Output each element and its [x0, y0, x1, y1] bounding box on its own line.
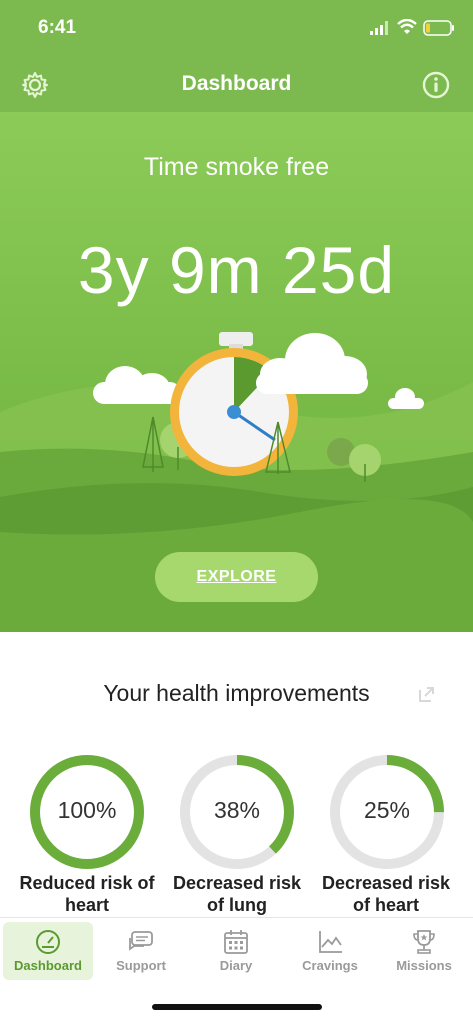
dashboard-screen: 6:41 Dashboard Time smoke free 3y 9m 25d…	[0, 0, 473, 1024]
tab-support[interactable]: Support	[96, 922, 186, 980]
status-time: 6:41	[38, 17, 77, 38]
ring-percent: 38%	[213, 797, 261, 823]
ring-label: Decreased risk of lung	[172, 873, 302, 915]
ring-percent: 100%	[57, 797, 117, 823]
health-ring-3[interactable]: 25%	[328, 753, 446, 871]
health-improvements-title: Your health improvements	[103, 680, 370, 706]
stopwatch	[170, 332, 298, 476]
smoke-free-duration: 3y 9m 25d	[77, 233, 396, 307]
tab-label: Cravings	[302, 958, 358, 973]
health-ring-2[interactable]: 38%	[178, 753, 296, 871]
tab-label: Support	[116, 958, 166, 973]
chat-icon	[129, 931, 153, 951]
ring-percent: 25%	[363, 797, 411, 823]
speedometer-icon	[36, 930, 60, 954]
wifi-icon	[397, 19, 417, 34]
page-title: Dashboard	[181, 72, 292, 95]
tab-label: Dashboard	[14, 958, 82, 973]
trophy-icon	[413, 930, 435, 954]
expand-icon[interactable]	[417, 684, 437, 704]
battery-icon	[423, 20, 454, 36]
status-bar: 6:41	[0, 0, 473, 56]
cloud-small	[388, 388, 424, 409]
hero-section: 6:41 Dashboard Time smoke free 3y 9m 25d…	[0, 0, 473, 632]
tab-dashboard[interactable]: Dashboard	[3, 922, 93, 980]
tab-cravings[interactable]: Cravings	[285, 922, 375, 980]
explore-button[interactable]: EXPLORE	[155, 552, 318, 602]
tab-missions[interactable]: Missions	[379, 922, 469, 980]
tab-label: Diary	[219, 958, 253, 973]
cloud-left	[93, 366, 181, 404]
ring-label: Decreased risk of heart	[321, 873, 451, 915]
stopwatch-illustration	[93, 332, 424, 482]
tab-label: Missions	[396, 958, 452, 973]
calendar-icon	[224, 930, 248, 954]
cell-signal-icon	[370, 21, 388, 35]
health-ring-1[interactable]: 100%	[28, 753, 146, 871]
time-smoke-free-label: Time smoke free	[143, 153, 330, 181]
cloud-right	[256, 333, 368, 394]
home-indicator[interactable]	[152, 1004, 322, 1010]
ring-label: Reduced risk of heart	[19, 873, 155, 915]
info-icon[interactable]	[421, 70, 451, 100]
chart-icon	[319, 931, 342, 953]
tab-diary[interactable]: Diary	[191, 922, 281, 980]
